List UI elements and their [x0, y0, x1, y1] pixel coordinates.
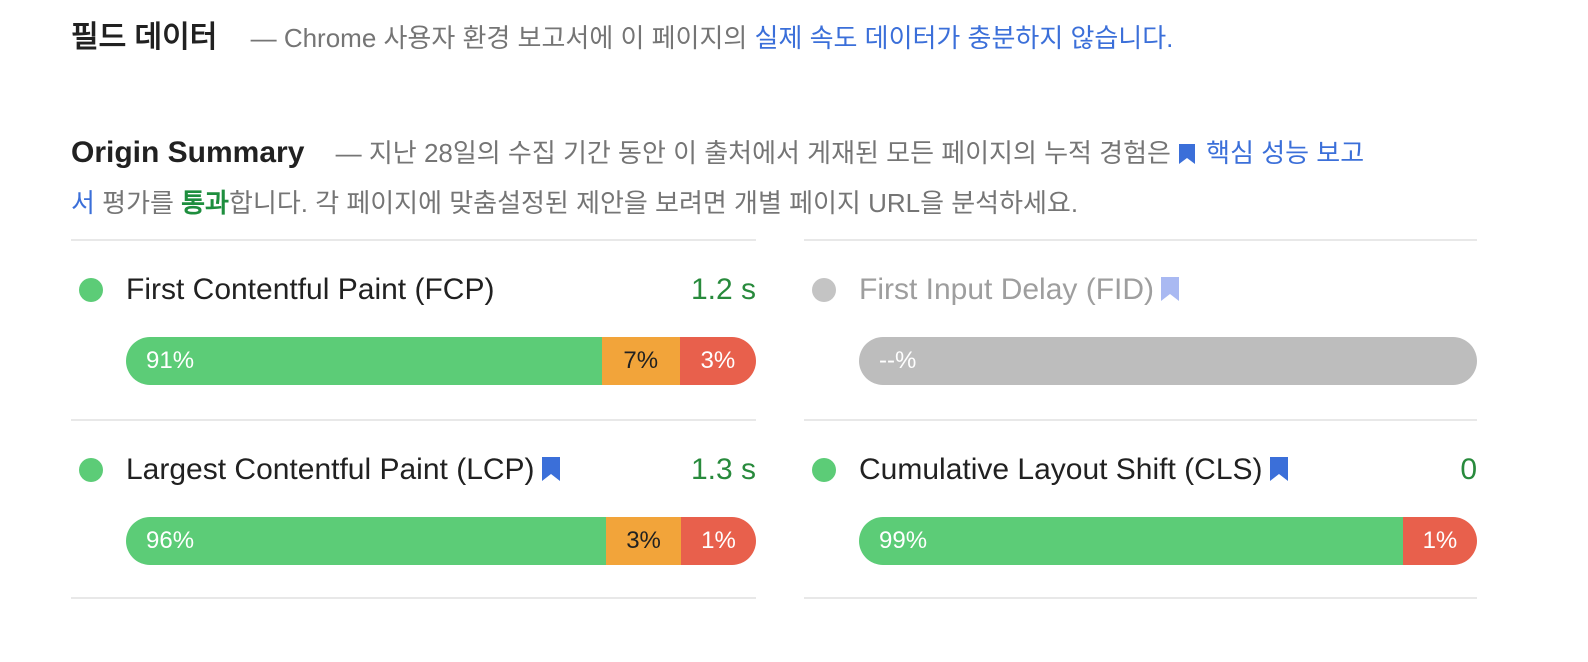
fid-distribution-bar: --%: [859, 337, 1477, 385]
lcp-metric-name: Largest Contentful Paint (LCP): [126, 453, 535, 486]
metrics-column-left: First Contentful Paint (FCP) 1.2 s 91% 7…: [71, 239, 756, 599]
fid-metric-name: First Input Delay (FID): [859, 273, 1155, 306]
field-data-insufficient-link[interactable]: 실제 속도 데이터가 충분하지 않습니다.: [755, 23, 1174, 53]
lcp-distribution-bar: 96% 3% 1%: [126, 517, 756, 565]
origin-summary-assessment: 평가를: [94, 188, 174, 218]
cls-metric-name: Cumulative Layout Shift (CLS): [859, 453, 1263, 486]
lcp-good-segment: 96%: [126, 517, 607, 565]
cls-status-dot: [812, 458, 836, 482]
metric-cls: Cumulative Layout Shift (CLS) 0 99% 1%: [804, 419, 1477, 599]
cls-metric-value: 0: [1460, 453, 1477, 486]
origin-summary-description: 지난 28일의 수집 기간 동안 이 출처에서 게재된 모든 페이지의 누적 경…: [368, 138, 1171, 168]
bookmark-icon[interactable]: [541, 456, 561, 482]
metrics-column-right: First Input Delay (FID) --% Cumulative L…: [804, 239, 1477, 599]
fid-status-dot: [812, 278, 836, 302]
fid-no-data-segment: --%: [859, 337, 1477, 385]
fcp-poor-segment: 3%: [679, 337, 756, 385]
field-data-title: 필드 데이터: [71, 21, 218, 54]
lcp-status-dot: [79, 458, 103, 482]
fcp-status-dot: [79, 278, 103, 302]
lcp-metric-name-wrap: Largest Contentful Paint (LCP): [126, 447, 561, 493]
field-data-dash: —: [250, 23, 277, 53]
bookmark-icon[interactable]: [1160, 276, 1180, 302]
lcp-metric-value: 1.3 s: [690, 453, 756, 486]
cls-good-segment: 99%: [859, 517, 1403, 565]
metrics-grid: First Contentful Paint (FCP) 1.2 s 91% 7…: [71, 239, 1477, 599]
cls-metric-name-wrap: Cumulative Layout Shift (CLS): [859, 447, 1289, 493]
cls-distribution-bar: 99% 1%: [859, 517, 1477, 565]
origin-summary-title: Origin Summary: [71, 136, 305, 169]
fcp-metric-value: 1.2 s: [690, 273, 756, 306]
fcp-metric-name: First Contentful Paint (FCP): [126, 273, 495, 306]
metric-fid: First Input Delay (FID) --%: [804, 239, 1477, 419]
origin-summary-dash: —: [335, 138, 362, 168]
origin-summary-header: Origin Summary — 지난 28일의 수집 기간 동안 이 출처에서…: [71, 128, 1371, 228]
assessment-result: 통과: [181, 188, 229, 218]
origin-summary-suggestion: 합니다. 각 페이지에 맞춤설정된 제안을 보려면 개별 페이지 URL을 분석…: [228, 188, 1079, 218]
fcp-average-segment: 7%: [601, 337, 680, 385]
field-data-description: Chrome 사용자 환경 보고서에 이 페이지의: [283, 23, 748, 53]
lcp-average-segment: 3%: [606, 517, 682, 565]
fcp-distribution-bar: 91% 7% 3%: [126, 337, 756, 385]
lcp-poor-segment: 1%: [681, 517, 756, 565]
bookmark-icon[interactable]: [1269, 456, 1289, 482]
metric-fcp: First Contentful Paint (FCP) 1.2 s 91% 7…: [71, 239, 756, 419]
metric-lcp: Largest Contentful Paint (LCP) 1.3 s 96%…: [71, 419, 756, 599]
field-data-header: 필드 데이터 — Chrome 사용자 환경 보고서에 이 페이지의 실제 속도…: [71, 18, 1531, 58]
cls-poor-segment: 1%: [1402, 517, 1477, 565]
fid-metric-name-wrap: First Input Delay (FID): [859, 267, 1180, 313]
fcp-good-segment: 91%: [126, 337, 602, 385]
bookmark-icon: [1179, 144, 1196, 164]
